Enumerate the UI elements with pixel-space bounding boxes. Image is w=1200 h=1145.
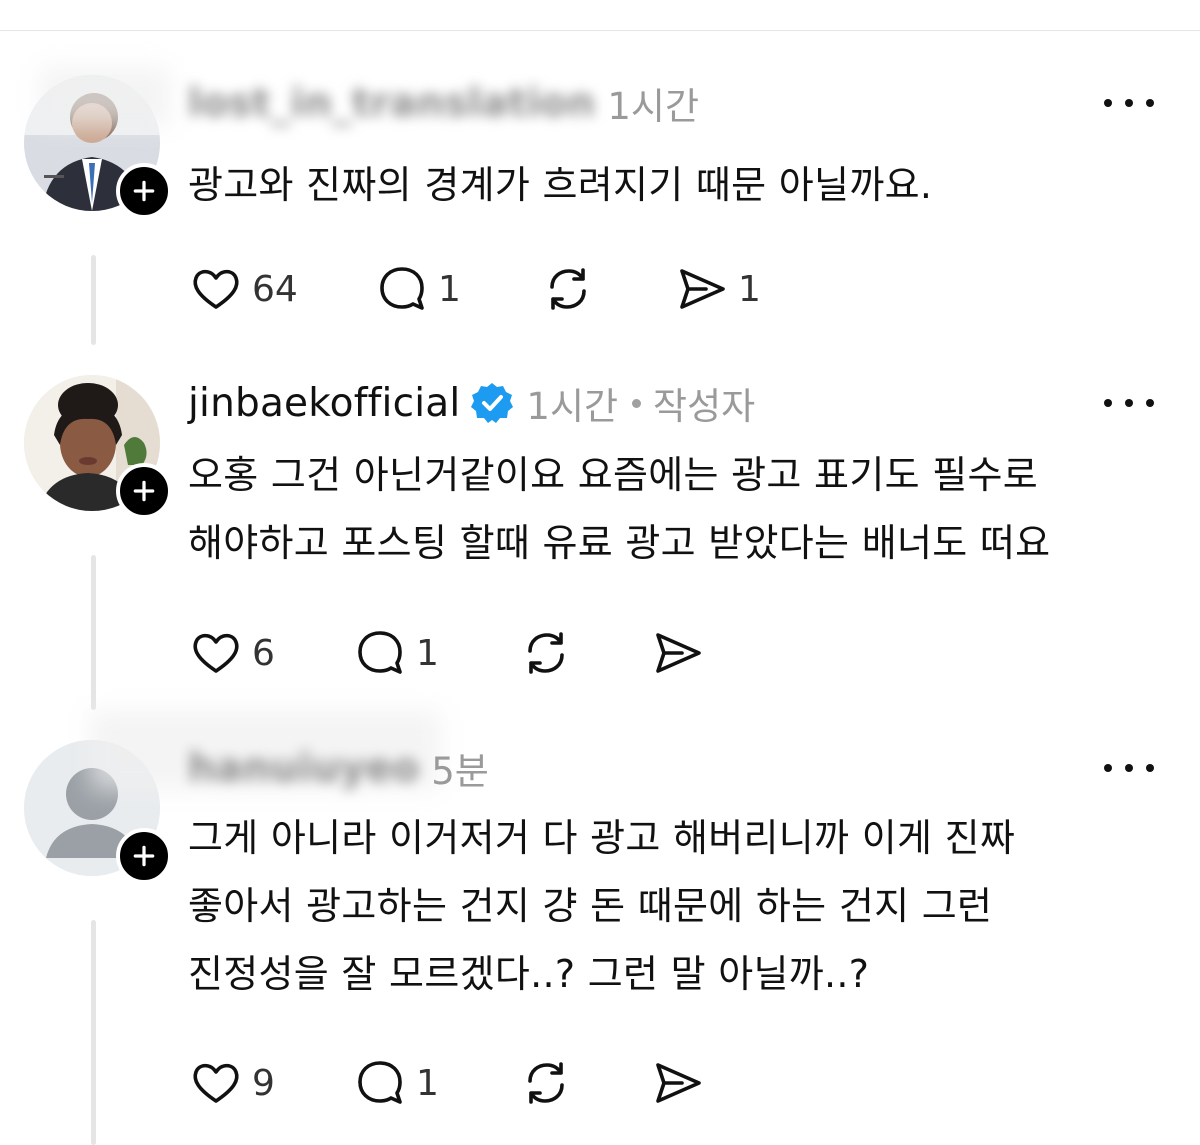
post-header: hanuiuyeo 5분 — [188, 740, 489, 796]
like-count: 6 — [252, 632, 275, 674]
post-text: 그게 아니라 이거저거 다 광고 해버리니까 이게 진짜 좋아서 광고하는 건지… — [188, 804, 1168, 1008]
heart-icon — [193, 633, 239, 673]
username[interactable]: jinbaekofficial — [188, 381, 460, 426]
post-text-line: 오홍 그건 아닌거같이요 요즘에는 광고 표기도 필수로 — [188, 453, 1038, 497]
share-button[interactable] — [650, 625, 706, 681]
author-tag: 작성자 — [653, 385, 756, 428]
post-text-line: 그게 아니라 이거저거 다 광고 해버리니까 이게 진짜 — [188, 816, 1016, 860]
more-options-button[interactable] — [1104, 391, 1154, 415]
more-options-button[interactable] — [1104, 91, 1154, 115]
post-text-line: 좋아서 광고하는 건지 걍 돈 때문에 하는 건지 그런 — [188, 884, 993, 928]
like-count: 9 — [252, 1062, 275, 1104]
like-button[interactable]: 6 — [188, 625, 275, 681]
comment-icon — [358, 631, 402, 674]
post-text: 광고와 진짜의 경계가 흐려지기 때문 아닐까요. — [188, 151, 1168, 219]
follow-button[interactable] — [116, 463, 172, 519]
verified-badge-icon — [470, 381, 514, 425]
post-text-line: 광고와 진짜의 경계가 흐려지기 때문 아닐까요. — [188, 163, 933, 207]
separator-dot — [632, 398, 642, 408]
comment-icon — [358, 1061, 402, 1104]
heart-icon — [193, 269, 239, 309]
reply-count: 1 — [416, 632, 439, 674]
plus-icon — [133, 845, 155, 867]
post-text-line: 해야하고 포스팅 할때 유료 광고 받았다는 배너도 떠요 — [188, 521, 1051, 565]
timestamp[interactable]: 5분 — [431, 741, 489, 795]
thread-line — [91, 255, 96, 345]
send-icon — [656, 633, 701, 673]
post-header: jinbaekofficial 1시간 작성자 — [188, 375, 755, 431]
share-button[interactable]: 1 — [674, 261, 761, 317]
reply-post-3: hanuiuyeo 5분 그게 아니라 이거저거 다 광고 해버리니까 이게 진… — [0, 710, 1200, 1145]
repost-icon — [528, 1062, 564, 1104]
post-text: 오홍 그건 아닌거같이요 요즘에는 광고 표기도 필수로 해야하고 포스팅 할때… — [188, 441, 1168, 577]
share-button[interactable] — [650, 1055, 706, 1111]
thread-line — [91, 920, 96, 1145]
more-options-button[interactable] — [1104, 756, 1154, 780]
follow-button[interactable] — [116, 163, 172, 219]
post-text-line: 진정성을 잘 모르겠다..? 그런 말 아닐까..? — [188, 952, 870, 996]
repost-button[interactable] — [518, 625, 574, 681]
post-header: lost_in_translation 1시간 — [188, 75, 699, 131]
reply-post-2: jinbaekofficial 1시간 작성자 오홍 그건 아닌거같이요 요즘에… — [0, 375, 1200, 710]
comment-icon — [380, 267, 424, 310]
thread-line — [91, 555, 96, 710]
timestamp[interactable]: 1시간 — [526, 376, 618, 430]
plus-icon — [133, 480, 155, 502]
repost-button[interactable] — [540, 261, 596, 317]
reply-post-1: lost_in_translation 1시간 광고와 진짜의 경계가 흐려지기… — [0, 67, 1200, 345]
like-count: 64 — [252, 268, 298, 310]
reply-button[interactable]: 1 — [352, 625, 439, 681]
avatar-wrap[interactable] — [24, 375, 172, 519]
like-button[interactable]: 64 — [188, 261, 298, 317]
plus-icon — [133, 180, 155, 202]
blur-overlay — [40, 67, 170, 127]
reply-button[interactable]: 1 — [374, 261, 461, 317]
repost-icon — [528, 632, 564, 674]
top-divider — [0, 30, 1200, 31]
heart-icon — [193, 1063, 239, 1103]
repost-button[interactable] — [518, 1055, 574, 1111]
reply-count: 1 — [416, 1062, 439, 1104]
share-count: 1 — [738, 268, 761, 310]
follow-button[interactable] — [116, 828, 172, 884]
reply-button[interactable]: 1 — [352, 1055, 439, 1111]
like-button[interactable]: 9 — [188, 1055, 275, 1111]
send-icon — [680, 269, 725, 309]
timestamp[interactable]: 1시간 — [607, 76, 699, 130]
reply-count: 1 — [438, 268, 461, 310]
send-icon — [656, 1063, 701, 1103]
repost-icon — [550, 268, 586, 310]
username[interactable]: lost_in_translation — [188, 81, 595, 126]
username[interactable]: hanuiuyeo — [188, 746, 419, 791]
